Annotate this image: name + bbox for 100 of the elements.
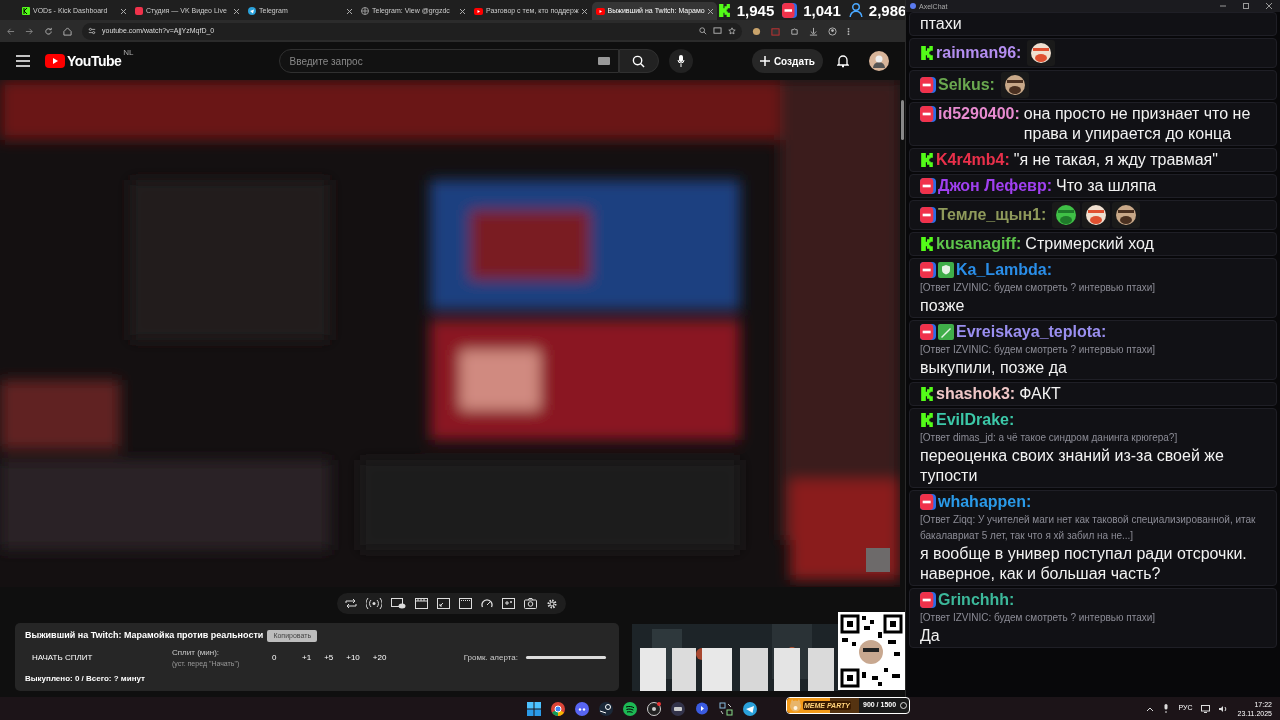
plus-icon — [759, 56, 770, 66]
settings-icon[interactable] — [545, 597, 558, 610]
sword-badge-icon — [938, 324, 954, 340]
viewers-icon — [848, 3, 863, 17]
puzzle-icon[interactable] — [790, 26, 799, 36]
reload-icon[interactable] — [44, 26, 53, 36]
search-field[interactable]: Введите запрос — [278, 49, 619, 73]
scrollbar-thumb[interactable] — [901, 100, 904, 140]
increment-button[interactable]: +5 — [324, 651, 334, 664]
microphone-icon — [676, 55, 685, 67]
message-text: ФАКТ — [1019, 384, 1062, 404]
camera-icon[interactable] — [523, 598, 537, 609]
message-text: я вообще в универ поступал ради отсрочки. наверное, как и большая часть? — [920, 544, 1248, 584]
viewer-count: 1,041 — [803, 2, 841, 18]
increment-button[interactable]: +10 — [346, 651, 360, 664]
live-badge-icon — [920, 324, 936, 340]
username[interactable]: Grinchhh: — [938, 590, 1015, 610]
minimize-icon[interactable] — [1220, 3, 1226, 9]
live-badge-icon — [920, 77, 936, 93]
menu-icon[interactable] — [847, 26, 850, 36]
split-label: Сплит (мин): — [172, 646, 221, 659]
live-badge-icon — [782, 2, 798, 18]
close-icon[interactable] — [460, 8, 465, 14]
close-icon[interactable] — [1266, 3, 1272, 9]
steam-icon[interactable] — [599, 701, 613, 716]
start-split-button[interactable]: НАЧАТЬ СПЛИТ — [32, 651, 172, 664]
username[interactable]: kusanagiff: — [936, 234, 1022, 254]
username[interactable]: EvilDrake: — [936, 410, 1015, 430]
username[interactable]: rainman96: — [936, 43, 1022, 63]
live-badge-icon — [920, 592, 936, 608]
sparkle-frame-icon[interactable] — [501, 598, 515, 609]
live-badge-icon — [135, 7, 143, 15]
chevron-up-icon[interactable] — [1146, 705, 1155, 712]
dog-icon — [789, 699, 802, 712]
close-icon[interactable] — [121, 8, 126, 14]
loop-icon[interactable] — [344, 598, 357, 609]
forward-icon[interactable] — [25, 26, 34, 36]
reply-quote: [Ответ IZVINIC: будем смотреть ? интервью птахи] — [920, 343, 1157, 357]
avatar-icon[interactable] — [869, 51, 889, 71]
split-value: 0 — [272, 651, 278, 664]
summary-text: Выкуплено: 0 / Всего: ? минут — [25, 673, 146, 685]
resize-icon[interactable] — [436, 598, 450, 609]
telegram-icon — [248, 7, 256, 15]
username[interactable]: Джон Лефевр: — [938, 176, 1052, 196]
username[interactable]: K4r4mb4: — [936, 150, 1010, 170]
username[interactable]: whahappen: — [938, 492, 1032, 512]
notifications-icon[interactable] — [837, 54, 849, 68]
increment-button[interactable]: +20 — [372, 651, 387, 664]
search-icon — [632, 54, 646, 68]
kick-logo-icon — [22, 7, 30, 15]
username[interactable]: id5290400: — [938, 104, 1020, 124]
star-icon[interactable] — [728, 27, 736, 35]
play-logo-icon — [45, 54, 65, 68]
monitor-icon[interactable] — [1201, 704, 1211, 713]
record-icon[interactable] — [647, 701, 661, 716]
broadcast-icon[interactable] — [365, 598, 382, 609]
music-app-icon[interactable] — [623, 701, 637, 716]
widget-title: Выживший на Twitch: Марамойка против реальности — [25, 629, 264, 642]
close-icon[interactable] — [581, 8, 587, 14]
close-icon[interactable] — [347, 8, 352, 14]
switch-icon[interactable] — [719, 701, 733, 716]
discord-icon[interactable] — [575, 701, 589, 716]
message-text: выкупили, позже да — [920, 358, 1068, 378]
globe-icon — [361, 7, 369, 15]
home-icon[interactable] — [63, 26, 72, 36]
live-badge-icon — [920, 262, 936, 278]
profile-icon[interactable] — [828, 26, 837, 36]
create-button[interactable]: Создать — [751, 49, 823, 73]
username[interactable]: shashok3: — [936, 384, 1016, 404]
kick-logo-icon — [920, 387, 934, 401]
maximize-icon[interactable] — [1243, 3, 1249, 9]
back-icon[interactable] — [6, 26, 15, 36]
username[interactable]: Ka_Lambda: — [956, 260, 1053, 280]
subtitles-frame-icon[interactable] — [458, 598, 472, 609]
app-icon[interactable] — [671, 701, 685, 716]
search-button[interactable] — [618, 49, 659, 73]
live-badge-icon — [920, 106, 936, 122]
username[interactable]: Selkus: — [938, 75, 995, 95]
close-icon[interactable] — [707, 8, 713, 14]
screen-eye-icon[interactable] — [390, 598, 406, 609]
film-icon[interactable] — [414, 598, 428, 609]
increment-button[interactable]: +1 — [302, 651, 312, 664]
browser-icon[interactable] — [551, 701, 565, 716]
app-icon — [910, 3, 916, 9]
telegram-icon[interactable] — [743, 701, 757, 716]
kick-logo-icon — [920, 46, 934, 60]
chat-bubble-icon[interactable] — [695, 701, 709, 716]
speaker-icon[interactable] — [1219, 704, 1229, 713]
message-text: Да — [920, 626, 941, 646]
close-icon[interactable] — [234, 8, 239, 14]
download-icon[interactable] — [809, 26, 818, 36]
menu-icon[interactable] — [16, 55, 30, 67]
username[interactable]: Evreiskaya_teplota: — [956, 322, 1107, 342]
windows-start-icon[interactable] — [527, 701, 541, 716]
username[interactable]: Темле_щын1: — [938, 205, 1047, 225]
message-text: она просто не признает что не права и упирается до конца — [1023, 104, 1252, 144]
voice-search-button[interactable] — [668, 49, 693, 73]
kick-logo-icon — [717, 3, 731, 17]
speedometer-icon[interactable] — [480, 598, 493, 609]
microphone-icon[interactable] — [1163, 704, 1170, 713]
